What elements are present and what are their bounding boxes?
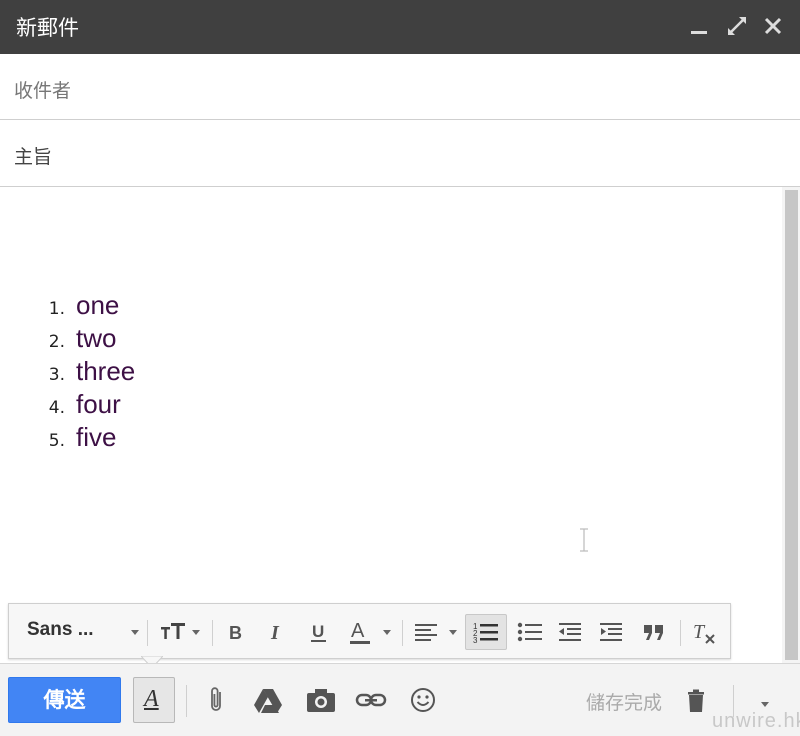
list-item[interactable]: 1. one — [0, 290, 300, 323]
list-item[interactable]: 3. three — [0, 356, 300, 389]
increase-indent-button[interactable] — [593, 614, 631, 650]
bulleted-list-icon — [517, 622, 542, 642]
smiley-icon — [411, 688, 435, 712]
chevron-down-icon — [761, 702, 769, 707]
minimize-icon — [691, 31, 707, 34]
list-number: 5. — [48, 431, 65, 451]
svg-text:B: B — [229, 623, 242, 643]
trash-icon — [688, 689, 704, 712]
discard-draft-button[interactable] — [678, 682, 714, 718]
list-text: three — [76, 356, 136, 386]
font-size-button[interactable] — [155, 614, 207, 650]
divider — [680, 620, 681, 646]
minimize-button[interactable] — [683, 10, 715, 42]
list-item[interactable]: 4. four — [0, 389, 300, 422]
watermark: unwire.hk — [712, 710, 800, 732]
quote-icon — [644, 625, 663, 640]
chevron-down-icon — [192, 630, 200, 635]
chevron-down-icon — [383, 630, 391, 635]
remove-formatting-button[interactable]: T — [687, 614, 723, 650]
chevron-down-icon — [449, 630, 457, 635]
list-number: 2. — [48, 332, 65, 352]
expand-icon — [728, 17, 746, 35]
font-family-value: Sans ... — [27, 619, 94, 640]
list-item[interactable]: 5. five — [0, 422, 300, 455]
divider — [212, 620, 213, 646]
scrollbar-thumb[interactable] — [785, 190, 798, 660]
chevron-down-icon — [131, 630, 139, 635]
list-text: five — [76, 422, 117, 452]
list-text: two — [76, 323, 117, 353]
clear-formatting-icon: T — [693, 621, 715, 644]
numbered-list-button[interactable]: 1 2 3 — [465, 614, 507, 650]
bold-button[interactable]: B — [219, 614, 253, 650]
divider — [147, 620, 148, 646]
numbered-list-icon: 1 2 3 — [473, 622, 498, 645]
align-button[interactable] — [409, 614, 461, 650]
list-number: 1. — [48, 299, 65, 319]
list-item[interactable]: 2. two — [0, 323, 300, 356]
save-status: 儲存完成 — [586, 692, 663, 714]
close-icon — [764, 17, 782, 35]
divider — [186, 685, 187, 717]
compose-title: 新郵件 — [16, 16, 79, 40]
drive-button[interactable] — [250, 682, 286, 718]
drive-icon — [254, 689, 282, 713]
list-number: 3. — [48, 365, 65, 385]
list-text: four — [76, 389, 121, 419]
subject-field[interactable]: 主旨 — [0, 121, 800, 187]
svg-text:A: A — [351, 620, 365, 642]
svg-text:U: U — [312, 622, 324, 641]
italic-button[interactable]: I — [260, 614, 294, 650]
font-family-select[interactable]: Sans ... — [25, 614, 143, 650]
recipients-field[interactable]: 收件者 — [0, 54, 800, 120]
insert-photo-button[interactable] — [303, 682, 339, 718]
insert-link-button[interactable] — [353, 682, 389, 718]
underline-icon: U — [311, 622, 326, 642]
bulleted-list-button[interactable] — [511, 614, 549, 650]
svg-text:T: T — [693, 621, 706, 643]
link-icon — [355, 693, 387, 707]
quote-button[interactable] — [636, 614, 674, 650]
attach-button[interactable] — [200, 682, 236, 718]
recipients-placeholder: 收件者 — [14, 80, 72, 102]
insert-emoji-button[interactable] — [405, 682, 441, 718]
indent-icon — [600, 623, 622, 641]
list-number: 4. — [48, 398, 65, 418]
bold-icon: B — [229, 623, 242, 643]
subject-placeholder: 主旨 — [14, 146, 53, 168]
italic-icon: I — [270, 622, 280, 644]
compose-titlebar: 新郵件 — [0, 0, 800, 54]
divider — [402, 620, 403, 646]
fullscreen-button[interactable] — [721, 10, 753, 42]
text-cursor-icon — [580, 528, 588, 552]
outdent-icon — [559, 623, 581, 641]
close-button[interactable] — [757, 10, 789, 42]
camera-icon — [307, 689, 335, 712]
formatting-options-button[interactable]: A — [133, 677, 175, 723]
formatting-toolbar: Sans ... B I U A 1 2 3 T — [8, 603, 731, 659]
send-button[interactable]: 傳送 — [8, 677, 121, 723]
svg-text:I: I — [270, 622, 280, 644]
underline-button[interactable]: U — [302, 614, 336, 650]
svg-text:3: 3 — [473, 636, 478, 645]
paperclip-icon — [211, 687, 221, 711]
text-format-icon: A — [144, 686, 159, 712]
decrease-indent-button[interactable] — [552, 614, 590, 650]
list-text: one — [76, 290, 120, 320]
text-color-button[interactable]: A — [345, 614, 395, 650]
